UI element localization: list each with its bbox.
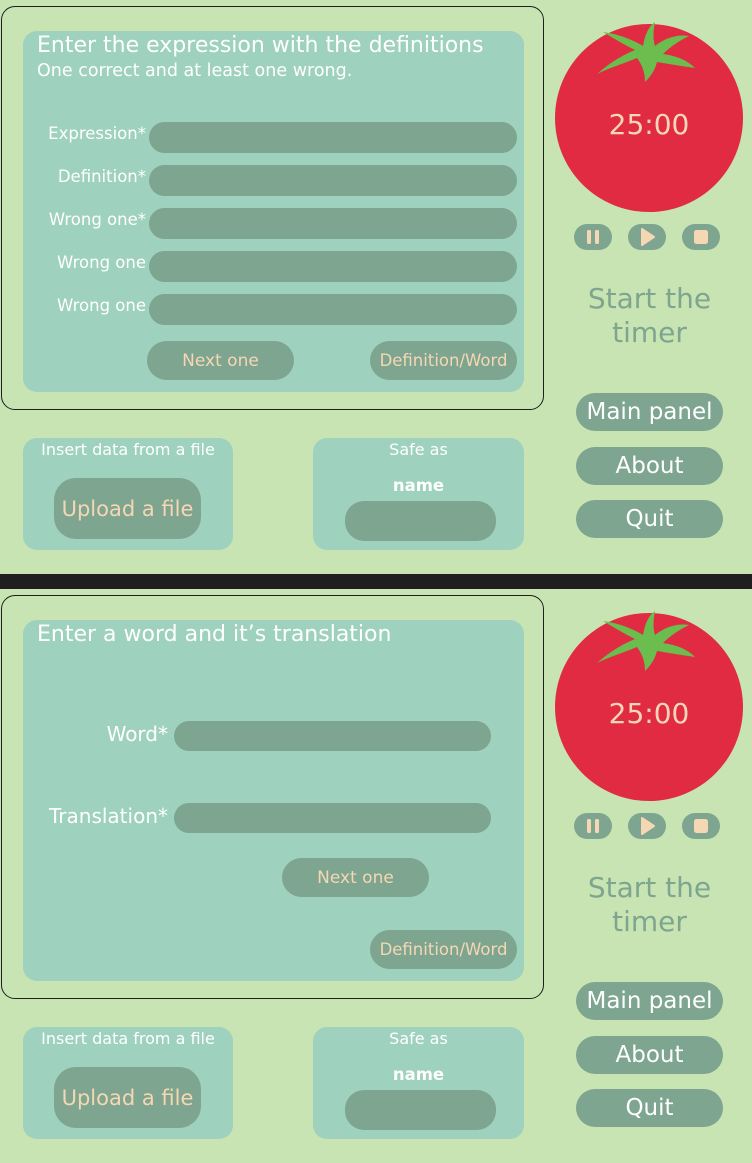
save-panel: Safe as name <box>313 1027 524 1139</box>
upload-caption: Insert data from a file <box>41 440 215 459</box>
upload-file-button[interactable]: Upload a file <box>54 1067 201 1128</box>
about-button[interactable]: About <box>576 447 723 485</box>
timer-display: 25:00 <box>608 697 690 730</box>
quit-button[interactable]: Quit <box>576 500 723 538</box>
start-timer-text: Start the timer <box>587 871 712 938</box>
main-panel-button[interactable]: Main panel <box>576 393 723 431</box>
upload-caption: Insert data from a file <box>41 1029 215 1048</box>
pause-button[interactable] <box>574 224 612 250</box>
expression-input[interactable] <box>149 122 517 153</box>
save-caption: Safe as <box>389 1029 448 1048</box>
save-name-input[interactable] <box>345 501 496 541</box>
play-icon <box>641 817 655 835</box>
wrong-one-label-3: Wrong one <box>57 296 146 315</box>
word-form-panel: Enter a word and it’s translation Word* … <box>23 620 524 981</box>
wrong-one-label-2: Wrong one <box>57 253 146 272</box>
start-timer-text: Start the timer <box>587 282 712 349</box>
save-caption: Safe as <box>389 440 448 459</box>
wrong-one-input-2[interactable] <box>149 251 517 282</box>
expression-label: Expression* <box>48 124 146 143</box>
stop-button[interactable] <box>682 813 720 839</box>
translation-input[interactable] <box>174 803 491 833</box>
about-button[interactable]: About <box>576 1036 723 1074</box>
word-input[interactable] <box>174 721 491 751</box>
stop-button[interactable] <box>682 224 720 250</box>
word-label: Word* <box>106 722 168 746</box>
play-icon <box>641 228 655 246</box>
next-one-button[interactable]: Next one <box>147 341 294 380</box>
wrong-one-input-3[interactable] <box>149 294 517 325</box>
save-name-input[interactable] <box>345 1090 496 1130</box>
translation-label: Translation* <box>49 804 168 828</box>
definition-word-toggle-button[interactable]: Definition/Word <box>370 341 517 380</box>
form-title: Enter a word and it’s translation <box>37 622 392 647</box>
play-button[interactable] <box>628 813 666 839</box>
expression-screen: Enter the expression with the definition… <box>0 0 752 574</box>
play-button[interactable] <box>628 224 666 250</box>
wrong-one-label-1: Wrong one* <box>48 210 146 229</box>
next-one-button[interactable]: Next one <box>282 858 429 897</box>
stop-icon <box>694 819 708 833</box>
form-subtitle: One correct and at least one wrong. <box>37 61 353 81</box>
pause-icon <box>587 230 599 244</box>
upload-panel: Insert data from a file Upload a file <box>23 1027 233 1139</box>
save-panel: Safe as name <box>313 438 524 550</box>
definition-input[interactable] <box>149 165 517 196</box>
quit-button[interactable]: Quit <box>576 1089 723 1127</box>
main-panel-button[interactable]: Main panel <box>576 982 723 1020</box>
definition-label: Definition* <box>57 167 146 186</box>
save-name-label: name <box>392 1065 445 1084</box>
stop-icon <box>694 230 708 244</box>
save-name-label: name <box>392 476 445 495</box>
expression-form-panel: Enter the expression with the definition… <box>23 31 524 392</box>
word-screen: Enter a word and it’s translation Word* … <box>0 589 752 1163</box>
timer-display: 25:00 <box>608 108 690 141</box>
pause-icon <box>587 819 599 833</box>
definition-word-toggle-button[interactable]: Definition/Word <box>370 930 517 969</box>
form-title: Enter the expression with the definition… <box>37 33 484 58</box>
wrong-one-input-1[interactable] <box>149 208 517 239</box>
screen-divider <box>0 574 752 589</box>
upload-file-button[interactable]: Upload a file <box>54 478 201 539</box>
pause-button[interactable] <box>574 813 612 839</box>
upload-panel: Insert data from a file Upload a file <box>23 438 233 550</box>
